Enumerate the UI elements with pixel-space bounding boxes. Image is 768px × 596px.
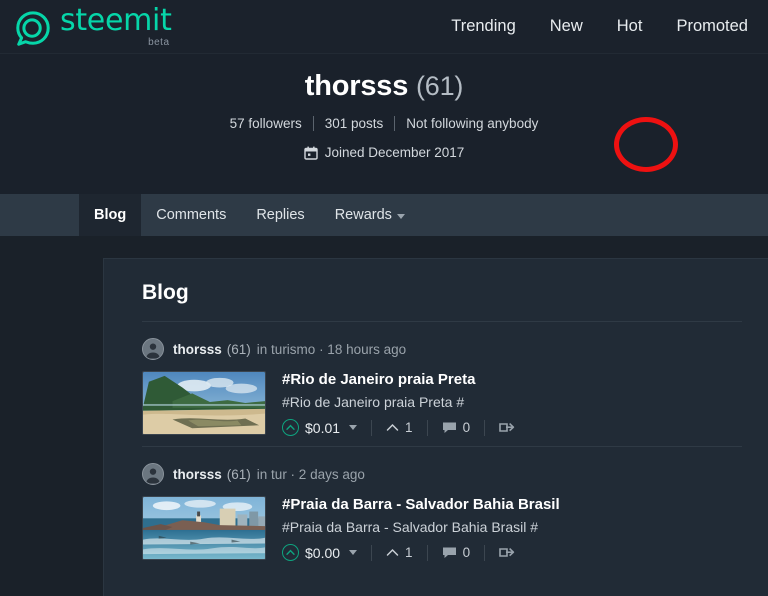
chevron-down-icon[interactable] bbox=[349, 550, 358, 555]
chevron-down-icon[interactable] bbox=[349, 425, 358, 430]
annotation-circle-highlight bbox=[614, 117, 678, 172]
post-author[interactable]: thorsss bbox=[173, 467, 222, 482]
comments-group[interactable]: 0 bbox=[442, 545, 471, 560]
tab-comments-label: Comments bbox=[156, 207, 227, 223]
posts-count[interactable]: 301 posts bbox=[314, 116, 395, 131]
post-list-item: thorsss (61) in turismo · 18 hours ago #… bbox=[142, 322, 742, 446]
profile-stats: 57 followers 301 posts Not following any… bbox=[219, 116, 550, 131]
post-byline: thorsss (61) in tur · 2 days ago bbox=[142, 463, 742, 485]
post-body: #Rio de Janeiro praia Preta #Rio de Jane… bbox=[142, 371, 742, 436]
votes-group[interactable]: 1 bbox=[386, 545, 413, 560]
joined-date: Joined December 2017 bbox=[304, 145, 465, 160]
tab-comments[interactable]: Comments bbox=[141, 194, 241, 236]
upvote-icon[interactable] bbox=[282, 544, 299, 561]
tab-rewards-label: Rewards bbox=[334, 207, 392, 223]
blog-content-card: Blog thorsss (61) in turismo · 18 hours … bbox=[103, 258, 768, 596]
brand-beta-label: beta bbox=[148, 36, 170, 48]
post-meta: in turismo · 18 hours ago bbox=[256, 341, 407, 357]
comment-count: 0 bbox=[462, 545, 471, 560]
action-divider bbox=[484, 544, 486, 561]
comments-group[interactable]: 0 bbox=[442, 420, 471, 435]
post-title[interactable]: #Praia da Barra - Salvador Bahia Brasil bbox=[282, 496, 742, 513]
post-thumbnail[interactable] bbox=[142, 371, 266, 435]
steemit-logo-icon bbox=[14, 10, 52, 48]
nav-item-trending[interactable]: Trending bbox=[451, 17, 516, 36]
post-thumbnail[interactable] bbox=[142, 496, 266, 560]
post-meta: in tur · 2 days ago bbox=[256, 466, 365, 482]
vote-count: 1 bbox=[405, 545, 413, 560]
user-avatar-icon[interactable] bbox=[142, 338, 164, 360]
action-divider bbox=[426, 544, 428, 561]
post-payout: $0.01 bbox=[305, 419, 341, 436]
tab-replies[interactable]: Replies bbox=[241, 194, 319, 236]
post-body: #Praia da Barra - Salvador Bahia Brasil … bbox=[142, 496, 742, 561]
following-status[interactable]: Not following anybody bbox=[395, 116, 549, 131]
profile-reputation-score: (61) bbox=[416, 71, 464, 101]
profile-username: thorsss (61) bbox=[304, 70, 464, 103]
action-divider bbox=[371, 544, 373, 561]
action-divider bbox=[484, 419, 486, 436]
post-author-reputation: (61) bbox=[226, 466, 251, 482]
post-byline: thorsss (61) in turismo · 18 hours ago bbox=[142, 338, 742, 360]
nav-item-hot[interactable]: Hot bbox=[617, 17, 643, 36]
primary-nav: Trending New Hot Promoted bbox=[451, 17, 748, 36]
post-summary: #Rio de Janeiro praia Preta # bbox=[282, 394, 465, 410]
comment-count: 0 bbox=[462, 420, 471, 435]
chevron-down-icon bbox=[396, 213, 405, 219]
action-divider bbox=[371, 419, 373, 436]
post-actions: $0.01 1 0 bbox=[282, 419, 742, 436]
joined-date-text: Joined December 2017 bbox=[324, 145, 465, 160]
post-content: #Rio de Janeiro praia Preta #Rio de Jane… bbox=[282, 371, 742, 436]
calendar-icon bbox=[304, 146, 318, 160]
page-body: Blog thorsss (61) in turismo · 18 hours … bbox=[0, 236, 768, 596]
followers-count[interactable]: 57 followers bbox=[219, 116, 313, 131]
post-title[interactable]: #Rio de Janeiro praia Preta bbox=[282, 371, 742, 388]
upvote-icon[interactable] bbox=[282, 419, 299, 436]
nav-item-promoted[interactable]: Promoted bbox=[676, 17, 748, 36]
votes-group[interactable]: 1 bbox=[386, 420, 413, 435]
page-title: Blog bbox=[142, 281, 189, 304]
post-summary: #Praia da Barra - Salvador Bahia Brasil … bbox=[282, 519, 539, 535]
tab-rewards[interactable]: Rewards bbox=[320, 194, 420, 236]
post-actions: $0.00 1 0 bbox=[282, 544, 742, 561]
action-divider bbox=[426, 419, 428, 436]
post-content: #Praia da Barra - Salvador Bahia Brasil … bbox=[282, 496, 742, 561]
brand-name: steemit bbox=[60, 2, 172, 38]
payout-group[interactable]: $0.01 bbox=[282, 419, 358, 436]
post-payout: $0.00 bbox=[305, 544, 341, 561]
top-navigation-bar: steemit beta Trending New Hot Promoted bbox=[0, 0, 768, 54]
steemit-home-link[interactable]: steemit beta bbox=[14, 2, 172, 48]
payout-group[interactable]: $0.00 bbox=[282, 544, 358, 561]
post-author[interactable]: thorsss bbox=[173, 342, 222, 357]
post-author-reputation: (61) bbox=[226, 341, 251, 357]
post-list-item: thorsss (61) in tur · 2 days ago #Praia … bbox=[142, 446, 742, 571]
tab-blog[interactable]: Blog bbox=[79, 194, 142, 236]
profile-tab-bar: Blog Comments Replies Rewards bbox=[0, 194, 768, 236]
vote-count: 1 bbox=[405, 420, 413, 435]
profile-username-text: thorsss bbox=[304, 70, 409, 102]
reshare-button[interactable] bbox=[499, 546, 515, 559]
tab-replies-label: Replies bbox=[256, 207, 305, 223]
nav-item-new[interactable]: New bbox=[550, 17, 583, 36]
reshare-button[interactable] bbox=[499, 421, 515, 434]
user-avatar-icon[interactable] bbox=[142, 463, 164, 485]
tab-blog-label: Blog bbox=[94, 207, 127, 223]
profile-cover: thorsss (61) 57 followers 301 posts Not … bbox=[0, 54, 768, 194]
